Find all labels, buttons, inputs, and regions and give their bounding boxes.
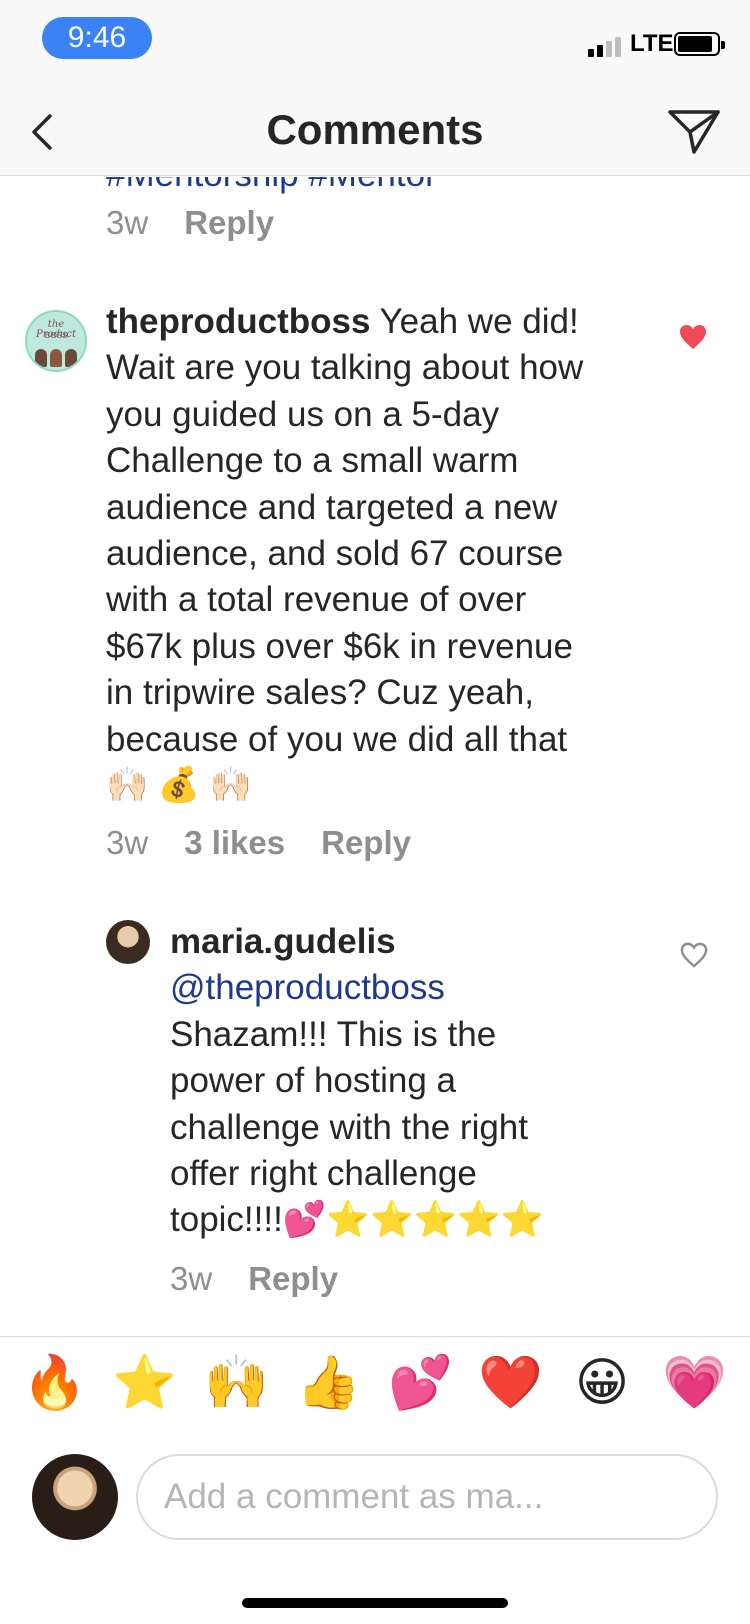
comment-text: Yeah we did! <box>379 302 579 341</box>
comment-username[interactable]: theproductboss <box>106 302 370 341</box>
sparkling-heart-emoji-button[interactable]: 💗 <box>662 1351 727 1415</box>
comment-line: challenge with the right <box>170 1107 528 1147</box>
fire-emoji-button[interactable]: 🔥 <box>22 1351 87 1415</box>
home-indicator[interactable] <box>242 1598 508 1608</box>
comment-line: in tripwire sales? Cuz yeah, <box>106 673 534 713</box>
comment-line: $67k plus over $6k in revenue <box>106 626 573 666</box>
like-heart-button[interactable] <box>680 942 710 970</box>
comment-line: because of you we did all that <box>106 719 568 759</box>
signal-icon <box>588 35 624 57</box>
comment-line: offer right challenge <box>170 1154 477 1194</box>
comment-time: 3w <box>170 1260 213 1297</box>
comment-line: audience and targeted a new <box>106 487 558 527</box>
network-type: LTE <box>630 30 674 57</box>
comment-time: 3w <box>106 204 149 241</box>
comment-meta: 3w 3 likes Reply <box>106 824 447 862</box>
comment-composer <box>0 1428 750 1558</box>
grinning-face-emoji-button[interactable]: 😀 <box>570 1351 634 1415</box>
heart-filled-icon <box>680 325 706 349</box>
comment-line: Wait are you talking about how <box>106 348 584 388</box>
comments-list: #Mentorship #Mentor 3w Reply the Product… <box>0 177 750 1337</box>
red-heart-emoji-button[interactable]: ❤️ <box>478 1351 543 1415</box>
comment-line: with a total revenue of over <box>106 580 527 620</box>
page-title: Comments <box>266 106 484 153</box>
my-avatar <box>32 1454 118 1540</box>
liked-heart-button[interactable] <box>678 323 708 351</box>
status-time: 9:46 <box>42 17 152 59</box>
comment-line: power of hosting a <box>170 1061 457 1101</box>
partial-comment-meta: 3w Reply <box>106 204 310 242</box>
reply-comment-body: maria.gudelis @theproductboss Shazam!!! … <box>170 919 544 1244</box>
comment-line: you guided us on a 5-day <box>106 394 500 434</box>
comment-line: maria.gudelis <box>170 919 544 965</box>
comment-line: audience, and sold 67 course <box>106 534 564 574</box>
avatar-brand-text-2: BOSS <box>44 331 68 340</box>
comment-line: Challenge to a small warm <box>106 441 519 481</box>
avatar-people-icon <box>35 345 79 367</box>
avatar[interactable]: the Product BOSS <box>25 310 87 372</box>
reply-button[interactable]: Reply <box>248 1260 338 1298</box>
comment-username[interactable]: maria.gudelis <box>170 922 396 961</box>
partial-hashtags: #Mentorship #Mentor <box>106 177 437 195</box>
comment-line: Shazam!!! This is the <box>170 1014 497 1054</box>
share-button[interactable] <box>666 106 722 158</box>
mention-link[interactable]: @theproductboss <box>170 965 544 1011</box>
comment-line: theproductboss Yeah we did! <box>106 299 583 345</box>
thumbs-up-emoji-button[interactable]: 👍 <box>296 1351 361 1415</box>
comment-line: topic!!!!💕⭐⭐⭐⭐⭐ <box>170 1200 545 1240</box>
comment-input[interactable] <box>136 1454 718 1540</box>
battery-icon <box>674 32 725 56</box>
avatar[interactable] <box>106 920 150 964</box>
star-emoji-button[interactable]: ⭐ <box>112 1351 177 1415</box>
comment-time: 3w <box>106 824 149 861</box>
likes-count[interactable]: 3 likes <box>184 824 285 862</box>
paper-plane-icon <box>668 110 720 154</box>
header: Comments <box>0 88 750 176</box>
status-bar: 9:46 LTE <box>0 0 750 88</box>
reply-button[interactable]: Reply <box>321 824 411 862</box>
emoji-quick-bar: 🔥 ⭐ 🙌 👍 💕 ❤️ 😀 💗 <box>0 1336 750 1428</box>
reply-comment-meta: 3w Reply <box>170 1260 374 1298</box>
two-hearts-emoji-button[interactable]: 💕 <box>388 1351 453 1415</box>
heart-outline-icon <box>680 942 708 968</box>
reply-button[interactable]: Reply <box>184 204 274 242</box>
comment-body: theproductboss Yeah we did! Wait are you… <box>106 299 583 763</box>
comment-emojis: 🙌🏻 💰 🙌🏻 <box>106 766 252 804</box>
raised-hands-emoji-button[interactable]: 🙌 <box>204 1351 269 1415</box>
